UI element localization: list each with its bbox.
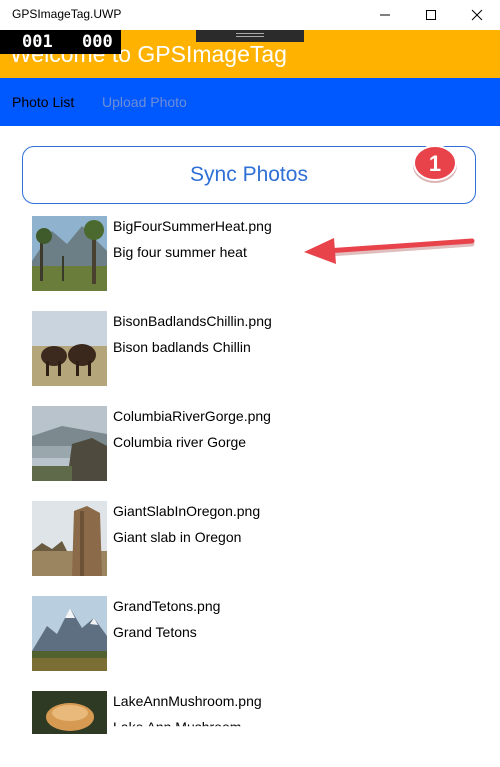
close-icon xyxy=(471,9,483,21)
sync-photos-button[interactable]: Sync Photos xyxy=(22,146,476,204)
photo-caption: Bison badlands Chillin xyxy=(113,339,251,355)
nav-bar: Photo List Upload Photo xyxy=(0,78,500,126)
maximize-button[interactable] xyxy=(408,0,454,30)
frame-counter-right: 000 xyxy=(82,32,113,52)
annotation-arrow-icon xyxy=(304,238,475,264)
list-item[interactable]: LakeAnnMushroom.png Lake Ann Mushroom xyxy=(0,691,500,767)
photo-filename: BisonBadlandsChillin.png xyxy=(113,313,272,329)
minimize-icon xyxy=(380,14,390,16)
photo-filename: ColumbiaRiverGorge.png xyxy=(113,408,271,424)
close-button[interactable] xyxy=(454,0,500,30)
photo-filename: GrandTetons.png xyxy=(113,598,221,614)
debug-toolbar-handle[interactable] xyxy=(196,30,304,42)
sync-photos-label: Sync Photos xyxy=(190,163,308,186)
photo-caption: Big four summer heat xyxy=(113,244,247,260)
window-title: GPSImageTag.UWP xyxy=(12,7,122,21)
photo-filename: LakeAnnMushroom.png xyxy=(113,693,262,709)
maximize-icon xyxy=(426,10,436,20)
step-badge-number: 1 xyxy=(429,151,441,176)
photo-filename: GiantSlabInOregon.png xyxy=(113,503,261,519)
photo-thumbnail xyxy=(32,501,107,576)
list-item[interactable]: GrandTetons.png Grand Tetons xyxy=(0,596,500,672)
frame-counter-left: 001 xyxy=(22,32,53,52)
photo-thumbnail xyxy=(32,311,107,386)
tab-upload-photo[interactable]: Upload Photo xyxy=(102,94,187,110)
title-bar: GPSImageTag.UWP xyxy=(0,0,500,30)
list-item[interactable]: GiantSlabInOregon.png Giant slab in Oreg… xyxy=(0,501,500,577)
photo-caption: Giant slab in Oregon xyxy=(113,529,242,545)
step-badge-icon: 1 xyxy=(413,145,457,183)
photo-caption: Columbia river Gorge xyxy=(113,434,247,450)
minimize-button[interactable] xyxy=(362,0,408,30)
photo-caption: Grand Tetons xyxy=(113,624,197,640)
tab-photo-list[interactable]: Photo List xyxy=(12,94,74,110)
list-item[interactable]: ColumbiaRiverGorge.png Columbia river Go… xyxy=(0,406,500,482)
frame-counter: 001 000 xyxy=(0,30,121,54)
photo-thumbnail xyxy=(32,691,107,734)
photo-caption: Lake Ann Mushroom xyxy=(113,719,242,735)
photo-filename: BigFourSummerHeat.png xyxy=(113,218,272,234)
photo-thumbnail xyxy=(32,406,107,481)
list-item[interactable]: BisonBadlandsChillin.png Bison badlands … xyxy=(0,311,500,387)
photo-thumbnail xyxy=(32,216,107,291)
photo-thumbnail xyxy=(32,596,107,671)
step-badge: 1 xyxy=(410,141,460,185)
